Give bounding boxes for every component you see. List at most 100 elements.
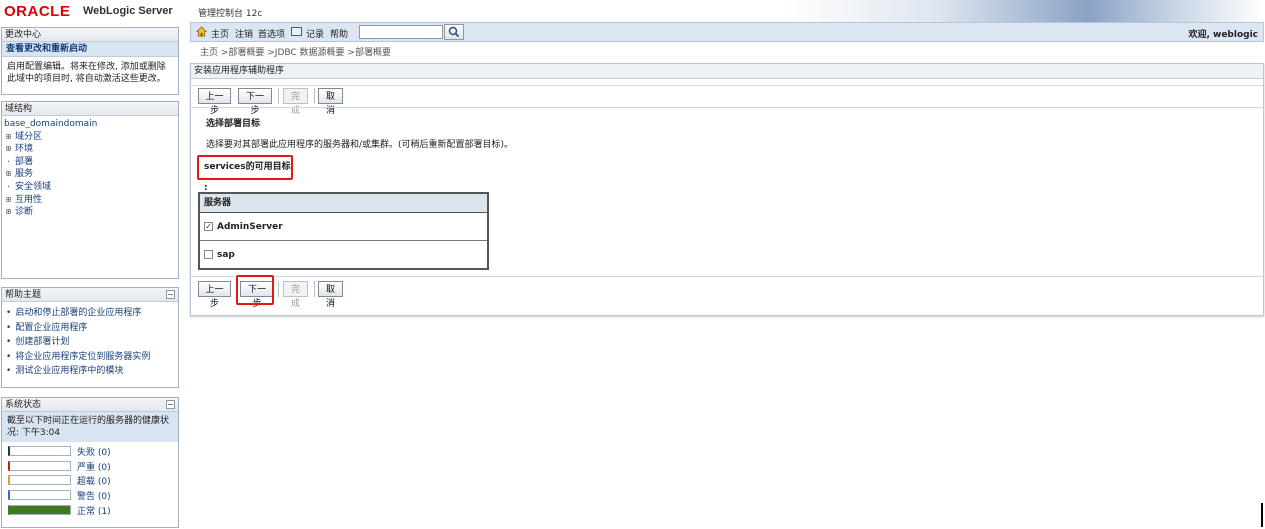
expand-icon[interactable]: ⊞ [6,194,15,206]
health-row-overloaded: 超载 (0) [2,473,178,488]
search-button[interactable] [444,24,464,40]
divider [191,276,1263,277]
help-topic-item[interactable]: • 配置企业应用程序 [6,321,174,336]
top-toolbar: 主页 注销 首选项 记录 帮助 欢迎, weblogic [190,22,1264,42]
bullet-icon: • [6,366,12,377]
system-status-panel: 系统状态 − 截至以下时间正在运行的服务器的健康状况: 下午3:04 失败 (0)… [1,397,179,528]
tree-item-interoperability[interactable]: ⊞ 互用性 [4,194,176,207]
home-link[interactable]: 主页 [211,27,229,40]
tree-leaf-icon: · [6,181,11,191]
tree-root-domain[interactable]: base_domaindomain [4,119,176,131]
table-row: sap [200,241,487,269]
health-row-failed: 失败 (0) [2,444,178,459]
header-banner: ORACLE WebLogic Server 管理控制台 12c [0,0,1265,22]
next-button[interactable]: 下一步 [238,88,272,115]
system-status-title: 系统状态 − [2,398,178,412]
corner-mark [1261,503,1263,527]
health-label[interactable]: 正常 (1) [77,504,111,517]
help-topic-item[interactable]: • 创建部署计划 [6,335,174,350]
system-status-description: 截至以下时间正在运行的服务器的健康状况: 下午3:04 [2,412,178,442]
tree-item-security-realms[interactable]: · 安全领域 [4,181,176,194]
table-header-servers: 服务器 [200,194,487,213]
health-label[interactable]: 超载 (0) [77,474,111,487]
domain-structure-panel: 域结构 base_domaindomain ⊞ 域分区 ⊞ 环境 · 部署 ⊞ 服务 ·… [1,101,179,279]
logout-link[interactable]: 注销 [235,27,253,40]
preferences-link[interactable]: 首选项 [258,27,285,40]
health-row-warning: 警告 (0) [2,488,178,503]
server-checkbox[interactable]: ✓ [204,222,213,231]
health-row-critical: 严重 (0) [2,459,178,474]
table-row: ✓ AdminServer [200,213,487,241]
change-center-title: 更改中心 [2,28,178,42]
health-bar [8,490,71,501]
help-topic-item[interactable]: • 将企业应用程序定位到服务器实例 [6,350,174,365]
help-topic-item[interactable]: • 测试企业应用程序中的模块 [6,364,174,379]
next-button-highlight [236,275,274,305]
bullet-icon: • [6,308,12,318]
bullet-icon: • [6,351,12,362]
expand-icon[interactable]: ⊞ [6,206,15,218]
finish-button[interactable]: 完成 [283,281,308,308]
view-changes-link[interactable]: 查看更改和重新启动 [2,42,178,57]
health-label[interactable]: 严重 (0) [77,460,111,473]
domain-tree: base_domaindomain ⊞ 域分区 ⊞ 环境 · 部署 ⊞ 服务 · 安全领域… [2,116,178,222]
divider [191,85,1263,86]
server-table: 服务器 ✓ AdminServer sap [198,192,489,270]
available-targets-label: services的可用目标 : [197,155,293,193]
button-separator [314,281,315,297]
back-button[interactable]: 上一步 [198,281,231,308]
expand-icon[interactable]: ⊞ [6,168,15,180]
tree-item-services[interactable]: ⊞ 服务 [4,168,176,181]
server-checkbox[interactable] [204,250,213,259]
bullet-icon: • [6,337,12,348]
health-bar [8,460,71,471]
product-name: WebLogic Server [83,5,173,17]
expand-icon[interactable]: ⊞ [6,131,15,143]
tree-item-partitions[interactable]: ⊞ 域分区 [4,131,176,144]
help-topic-item[interactable]: • 启动和停止部署的企业应用程序 [6,306,174,321]
change-center-panel: 更改中心 查看更改和重新启动 启用配置编辑。将来在修改, 添加或删除此域中的项目… [1,27,179,95]
tree-item-diagnostics[interactable]: ⊞ 诊断 [4,206,176,219]
tree-leaf-icon: · [6,156,11,166]
collapse-icon[interactable]: − [166,290,175,299]
help-link[interactable]: 帮助 [330,27,348,40]
divider [191,107,1263,108]
button-separator [314,88,315,104]
button-separator [278,88,279,104]
health-row-ok: 正常 (1) [2,503,178,518]
help-topics-panel: 帮助主题 − • 启动和停止部署的企业应用程序 • 配置企业应用程序 • 创建部署计划 … [1,287,179,388]
step-description: 选择要对其部署此应用程序的服务器和/或集群。(可稍后重新配置部署目标)。 [206,140,514,150]
health-list: 失败 (0) 严重 (0) 超载 (0) 警告 (0) 正常 (1) [2,442,178,517]
server-name: AdminServer [217,222,283,232]
health-label[interactable]: 失败 (0) [77,445,111,458]
help-topics-title: 帮助主题 − [2,288,178,302]
health-fill [10,505,70,514]
oracle-logo: ORACLE [4,3,71,20]
button-separator [278,281,279,297]
search-icon [448,26,460,38]
search-input[interactable] [359,25,443,39]
wizard-panel: 安装应用程序辅助程序 上一步 下一步 完成 取消 选择部署目标 选择要对其部署此… [190,63,1264,316]
wizard-title: 安装应用程序辅助程序 [191,64,1263,79]
finish-button[interactable]: 完成 [283,88,308,115]
tree-item-environment[interactable]: ⊞ 环境 [4,143,176,156]
expand-icon[interactable]: ⊞ [6,143,15,155]
record-link[interactable]: 记录 [306,27,324,40]
breadcrumb[interactable]: 主页 >部署概要 >JDBC 数据源概要 >部署概要 [200,45,391,58]
tree-item-deployments[interactable]: · 部署 [4,156,176,169]
change-center-description: 启用配置编辑。将来在修改, 添加或删除此域中的项目时, 将自动激活这些更改。 [7,62,166,84]
help-topics-list: • 启动和停止部署的企业应用程序 • 配置企业应用程序 • 创建部署计划 • 将企业应用… [2,302,178,383]
server-name: sap [217,250,235,260]
home-icon[interactable] [196,26,207,37]
back-button[interactable]: 上一步 [198,88,231,115]
health-bar [8,504,71,515]
health-bar [8,446,71,456]
cancel-button[interactable]: 取消 [318,281,343,308]
bullet-icon: • [6,322,12,333]
cancel-button[interactable]: 取消 [318,88,343,115]
collapse-icon[interactable]: − [166,400,175,409]
domain-structure-title: 域结构 [2,102,178,116]
record-icon[interactable] [291,27,302,36]
health-label[interactable]: 警告 (0) [77,489,111,502]
health-bar [8,475,71,486]
